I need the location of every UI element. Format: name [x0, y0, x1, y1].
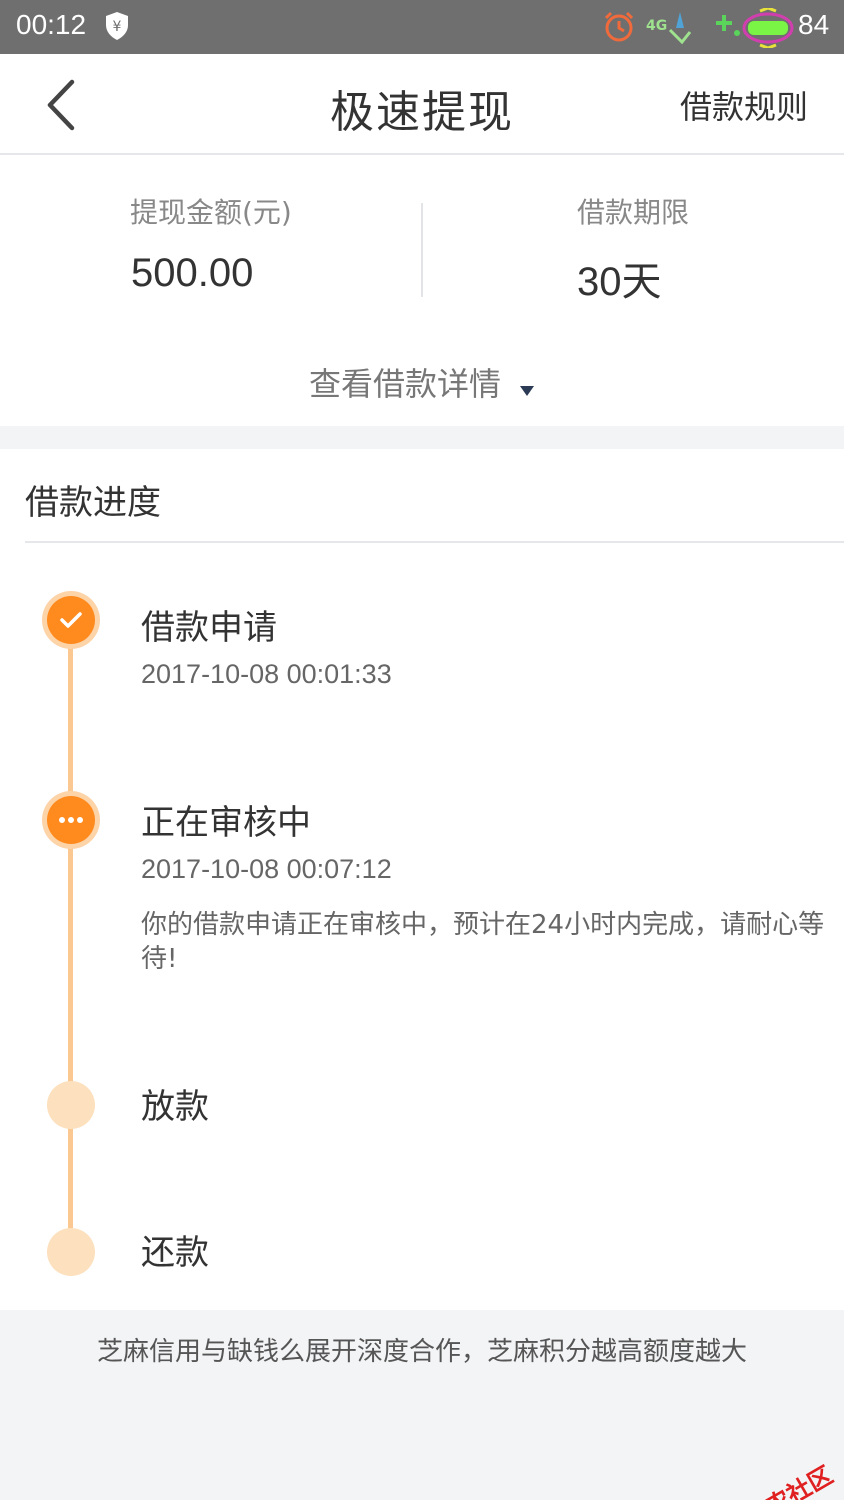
screen: 00:12 ¥ 4G 84 极速提现 借款规则 提现金额(元) 500.00 借…	[0, 0, 844, 1500]
check-icon	[60, 612, 82, 628]
alarm-icon	[602, 10, 636, 48]
battery-level: 84	[798, 9, 830, 40]
step-time: 2017-10-08 00:07:12	[141, 854, 392, 884]
battery-icon	[742, 6, 794, 52]
caret-down-icon	[519, 367, 535, 405]
term-label: 借款期限	[577, 196, 690, 229]
timeline-line	[68, 620, 73, 1252]
progress-title: 借款进度	[25, 483, 161, 523]
term-value: 30天	[577, 260, 662, 304]
step-pending-node	[47, 1228, 95, 1276]
progress-divider	[25, 541, 844, 543]
step-pending-node	[47, 1081, 95, 1129]
step-title: 借款申请	[141, 608, 277, 648]
view-details-label: 查看借款详情	[308, 365, 501, 403]
charging-plus-icon	[714, 12, 742, 44]
4g-signal-icon: 4G	[646, 8, 694, 50]
step-active-node	[47, 796, 95, 844]
nav-bar: 极速提现 借款规则	[0, 54, 844, 155]
step-title: 正在审核中	[141, 803, 311, 843]
yuan-shield-icon: ¥	[104, 11, 130, 45]
step-note: 你的借款申请正在审核中，预计在24小时内完成，请耐心等待!	[141, 910, 825, 974]
step-title: 放款	[141, 1087, 209, 1127]
amount-value: 500.00	[131, 251, 254, 295]
step-done-node	[47, 596, 95, 644]
status-time: 00:12	[16, 9, 87, 40]
loan-progress-card: 借款进度 借款申请 2017-10-08 00:01:33 正在审核中 2017…	[0, 449, 844, 1310]
watermark-text: 卡农社区	[740, 1460, 838, 1500]
svg-text:¥: ¥	[113, 19, 122, 35]
loan-rules-link[interactable]: 借款规则	[680, 82, 808, 128]
summary-divider	[421, 203, 423, 297]
more-dots-icon	[59, 817, 83, 823]
view-details-toggle[interactable]: 查看借款详情	[0, 359, 844, 405]
step-time: 2017-10-08 00:01:33	[141, 659, 392, 689]
zhima-credit-note: 芝麻信用与缺钱么展开深度合作，芝麻积分越高额度越大	[96, 1337, 747, 1367]
step-title: 还款	[141, 1233, 209, 1273]
status-bar: 00:12 ¥ 4G 84	[0, 0, 844, 54]
svg-text:4G: 4G	[646, 18, 667, 34]
amount-label: 提现金额(元)	[130, 196, 292, 229]
watermark-logo: 卡农社区	[737, 1456, 838, 1500]
loan-summary: 提现金额(元) 500.00 借款期限 30天 查看借款详情	[0, 155, 844, 426]
